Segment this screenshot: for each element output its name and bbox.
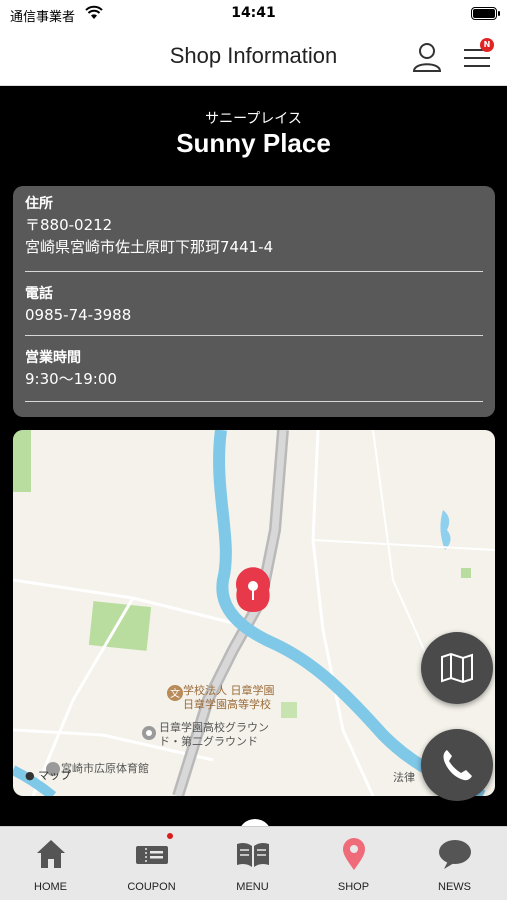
location-pin-icon — [343, 838, 365, 870]
battery-icon — [471, 7, 500, 20]
hours-label: 営業時間 — [25, 350, 81, 366]
tab-menu[interactable]: MENU — [202, 827, 303, 900]
tab-label: MENU — [236, 881, 269, 893]
shop-map[interactable]: 文 学校法人 日章学園 日章学園高等学校 日章学園高校グラウン ド・第二グラウン… — [13, 430, 495, 796]
call-button[interactable] — [421, 729, 493, 801]
tab-label: NEWS — [438, 881, 471, 893]
tab-shop[interactable]: SHOP — [303, 827, 404, 900]
tab-label: COUPON — [127, 881, 176, 893]
tab-label: SHOP — [337, 881, 370, 893]
address-label: 住所 — [25, 196, 53, 212]
user-icon[interactable] — [410, 40, 444, 74]
park-area — [461, 568, 471, 578]
phone-label: 電話 — [25, 286, 53, 302]
ground-name-line-1: 日章学園高校グラウン — [159, 721, 269, 734]
map-label-school: 学校法人 日章学園 日章学園高等学校 — [183, 684, 275, 712]
apple-logo-icon: ● — [25, 769, 35, 782]
open-map-button[interactable] — [421, 632, 493, 704]
tab-home[interactable]: HOME — [0, 827, 101, 900]
shop-name: Sunny Place — [176, 128, 331, 158]
status-bar: 通信事業者 14:41 — [0, 0, 507, 28]
map-label-gym: 宮崎市広原体育館 — [61, 762, 149, 775]
ticket-icon — [136, 846, 168, 864]
notification-badge: N — [480, 38, 494, 52]
hours-section: 営業時間 9:30〜19:00 — [25, 348, 483, 402]
new-coupon-dot — [167, 833, 173, 839]
tab-coupon[interactable]: COUPON — [101, 827, 202, 900]
map-label-road: 法律 — [393, 771, 415, 784]
ground-name-line-2: ド・第二グラウンド — [159, 735, 258, 748]
status-time: 14:41 — [231, 5, 276, 21]
park-area — [13, 430, 31, 492]
pond — [440, 510, 451, 550]
school-name-line-1: 学校法人 日章学園 — [183, 684, 275, 697]
app-header: Shop Information N — [0, 28, 507, 86]
address-line[interactable]: 宮崎県宮崎市佐土原町下那珂7441-4 — [25, 236, 483, 258]
phone-section: 電話 0985-74-3988 — [25, 284, 483, 336]
location-pin-marker[interactable] — [236, 567, 270, 612]
attribution-text: マップ — [38, 769, 72, 782]
phone-icon — [443, 750, 472, 781]
tab-news[interactable]: NEWS — [404, 827, 505, 900]
postal-code: 〒880-0212 — [25, 216, 113, 234]
home-icon — [37, 840, 65, 868]
business-hours: 9:30〜19:00 — [25, 370, 117, 388]
shop-info-card: 住所 〒880-0212 宮崎県宮崎市佐土原町下那珂7441-4 電話 0985… — [13, 186, 495, 417]
park-area — [88, 601, 152, 651]
address-section: 住所 〒880-0212 宮崎県宮崎市佐土原町下那珂7441-4 — [25, 194, 483, 272]
svg-text:文: 文 — [170, 687, 180, 700]
speech-bubble-icon — [439, 840, 471, 869]
maps-attribution: ● マップ — [25, 767, 71, 783]
shop-name-kana: サニープレイス — [205, 111, 302, 127]
map-icon — [441, 652, 473, 684]
school-name-line-2: 日章学園高等学校 — [183, 698, 271, 711]
tab-label: HOME — [34, 881, 67, 893]
tab-bar: HOME COUPON MENU SHOP NEWS — [0, 826, 507, 900]
map-label-ground: 日章学園高校グラウン ド・第二グラウンド — [159, 721, 269, 749]
park-area — [281, 702, 297, 718]
phone-number[interactable]: 0985-74-3988 — [25, 304, 483, 326]
book-icon — [237, 842, 269, 867]
